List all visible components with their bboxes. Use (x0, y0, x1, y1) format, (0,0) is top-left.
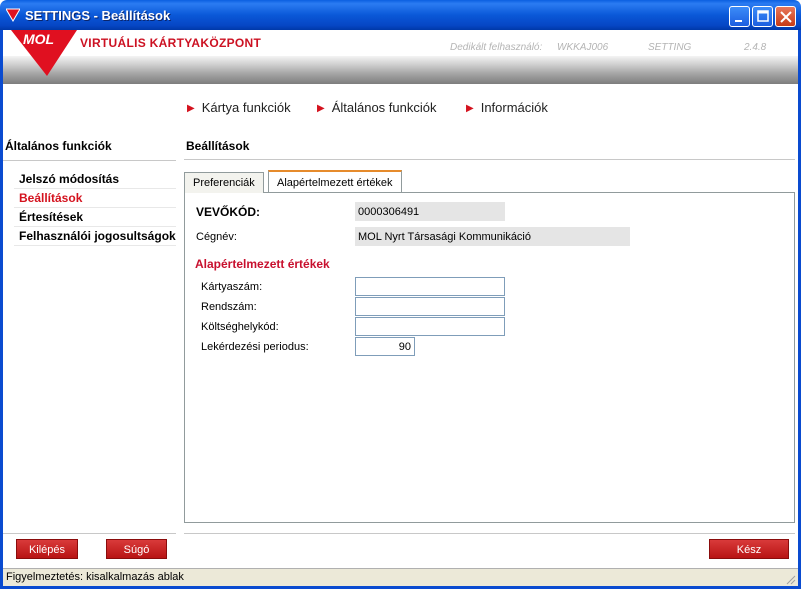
mol-logo: MOL (11, 30, 77, 76)
sidebar-heading: Általános funkciók (5, 139, 112, 153)
top-navigation: ▶ Kártya funkciók ▶ Általános funkciók ▶ In… (0, 100, 801, 120)
sidebar-item-password-change[interactable]: Jelszó módosítás (14, 170, 176, 189)
plate-number-input[interactable] (355, 297, 505, 316)
resize-grip-icon[interactable] (784, 573, 796, 585)
defaults-section-title: Alapértelmezett értékek (195, 257, 330, 271)
minimize-icon (735, 20, 742, 22)
divider (184, 159, 795, 160)
company-name-value: MOL Nyrt Társasági Kommunikáció (355, 227, 630, 246)
query-period-label: Lekérdezési periodus: (201, 341, 309, 353)
sidebar-menu: Jelszó módosítás Beállítások Értesítések… (14, 170, 176, 246)
company-name-label: Cégnév: (196, 231, 237, 243)
red-triangle-bullet-icon: ▶ (187, 103, 195, 114)
nav-label: Általános funkciók (331, 100, 437, 115)
page-title: Beállítások (186, 139, 250, 153)
sidebar-item-notifications[interactable]: Értesítések (14, 208, 176, 227)
divider (3, 160, 176, 161)
header-banner: MOL VIRTUÁLIS KÁRTYAKÖZPONT Dedikált fel… (3, 30, 798, 88)
version-label: 2.4.8 (744, 42, 767, 53)
minimize-button[interactable] (729, 6, 750, 27)
exit-button[interactable]: Kilépés (16, 539, 78, 559)
cost-center-input[interactable] (355, 317, 505, 336)
done-button[interactable]: Kész (709, 539, 789, 559)
tab-default-values[interactable]: Alapértelmezett értékek (268, 170, 402, 192)
nav-information[interactable]: ▶ Információk (466, 100, 548, 115)
window-title: SETTINGS - Beállítások (25, 8, 171, 23)
cost-center-label: Költséghelykód: (201, 321, 279, 333)
nav-general-functions[interactable]: ▶ Általános funkciók (317, 100, 436, 115)
maximize-icon (757, 10, 769, 22)
card-number-input[interactable] (355, 277, 505, 296)
nav-card-functions[interactable]: ▶ Kártya funkciók (187, 100, 291, 115)
title-bar[interactable]: SETTINGS - Beállítások (0, 0, 801, 30)
nav-label: Kártya funkciók (201, 100, 291, 115)
query-period-input[interactable] (355, 337, 415, 356)
status-bar: Figyelmeztetés: kisalkalmazás ablak (3, 568, 798, 586)
customer-code-label: VEVŐKÓD: (196, 205, 261, 219)
status-text: Figyelmeztetés: kisalkalmazás ablak (6, 571, 184, 583)
maximize-button[interactable] (752, 6, 773, 27)
sidebar-item-user-permissions[interactable]: Felhasználói jogosultságok (14, 227, 176, 246)
nav-label: Információk (480, 100, 548, 115)
brand-title: VIRTUÁLIS KÁRTYAKÖZPONT (80, 36, 262, 50)
card-number-label: Kártyaszám: (201, 281, 263, 293)
dedicated-user-label: Dedikált felhasználó: (450, 42, 543, 53)
sidebar-item-settings[interactable]: Beállítások (14, 189, 176, 208)
red-triangle-bullet-icon: ▶ (317, 103, 325, 114)
close-icon (780, 11, 792, 23)
bottom-bar-right: Kész (184, 533, 795, 561)
mol-triangle-icon (6, 8, 20, 22)
module-name: SETTING (648, 42, 692, 53)
svg-text:MOL: MOL (23, 31, 54, 47)
customer-code-value: 0000306491 (355, 202, 505, 221)
banner-stripe (3, 56, 798, 84)
close-button[interactable] (775, 6, 796, 27)
bottom-bar-left: Kilépés Súgó (3, 533, 176, 561)
plate-number-label: Rendszám: (201, 301, 257, 313)
red-triangle-bullet-icon: ▶ (466, 103, 474, 114)
tab-preferences[interactable]: Preferenciák (184, 172, 264, 193)
user-code: WKKAJ006 (557, 42, 609, 53)
help-button[interactable]: Súgó (106, 539, 167, 559)
